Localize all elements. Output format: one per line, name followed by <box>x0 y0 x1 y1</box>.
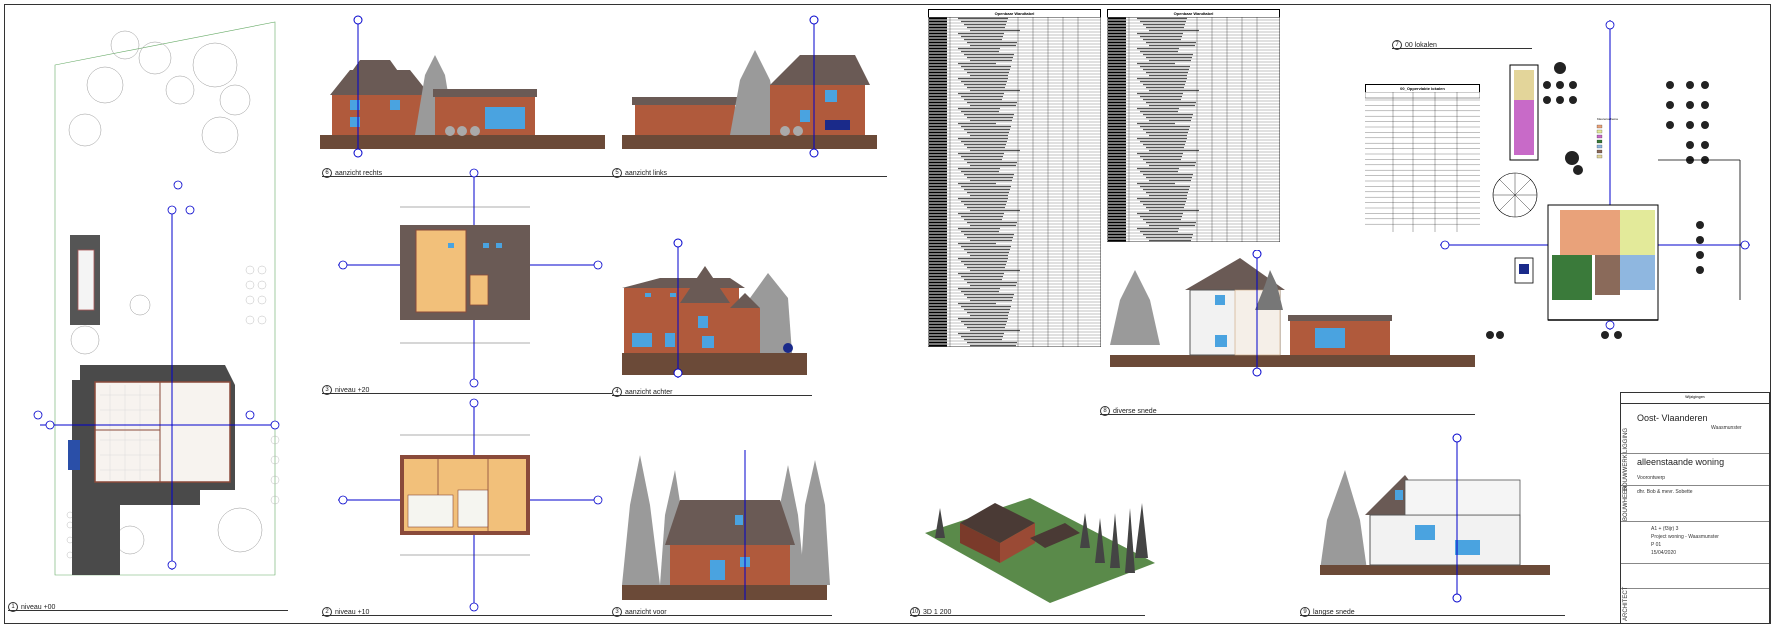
svg-text:Kleurenschema: Kleurenschema <box>1597 117 1618 121</box>
view-title: 5 aanzicht links <box>612 168 667 178</box>
view-title: 3 niveau +20 <box>322 385 369 395</box>
drawing-sheet: 1 niveau +00 6 aanzicht rechts 5 aanzicht l… <box>0 0 1777 629</box>
elevation-right <box>320 15 605 158</box>
view-title: 7 00 lokalen <box>1392 40 1437 50</box>
section-various <box>1110 250 1475 377</box>
client-name: dhr. Bob & mevr. Sobette <box>1637 489 1693 495</box>
floorplan-level-20 <box>338 168 603 388</box>
section-longitudinal <box>1320 433 1550 603</box>
building-type: alleenstaande woning <box>1637 457 1725 467</box>
elevation-front <box>622 450 830 600</box>
schedule-table-right: Openbaar Wandtabel <box>1107 9 1280 242</box>
view-title: 8 diverse snede <box>1100 406 1157 416</box>
view-title: 3 aanzicht voor <box>612 607 667 617</box>
view-3d <box>925 498 1155 603</box>
schedule-table-left: Openbaar Wandtabel <box>928 9 1101 347</box>
view-title: 4 aanzicht achter <box>612 387 672 397</box>
site-plan-level-00 <box>33 21 280 576</box>
title-block: Wijzigingen LIGGING Oost- Vlaanderen Waa… <box>1620 392 1770 624</box>
region-name: Oost- Vlaanderen <box>1637 413 1708 423</box>
view-title: 1 niveau +00 <box>8 602 55 612</box>
rooms-plan: Kleurenschema <box>1440 20 1750 339</box>
view-title: 2 niveau +10 <box>322 607 369 617</box>
floorplan-level-10 <box>338 398 603 612</box>
view-title: 10 3D 1 200 <box>910 607 952 617</box>
view-title: 9 langse snede <box>1300 607 1355 617</box>
elevation-left <box>622 15 877 158</box>
elevation-back <box>622 238 807 378</box>
